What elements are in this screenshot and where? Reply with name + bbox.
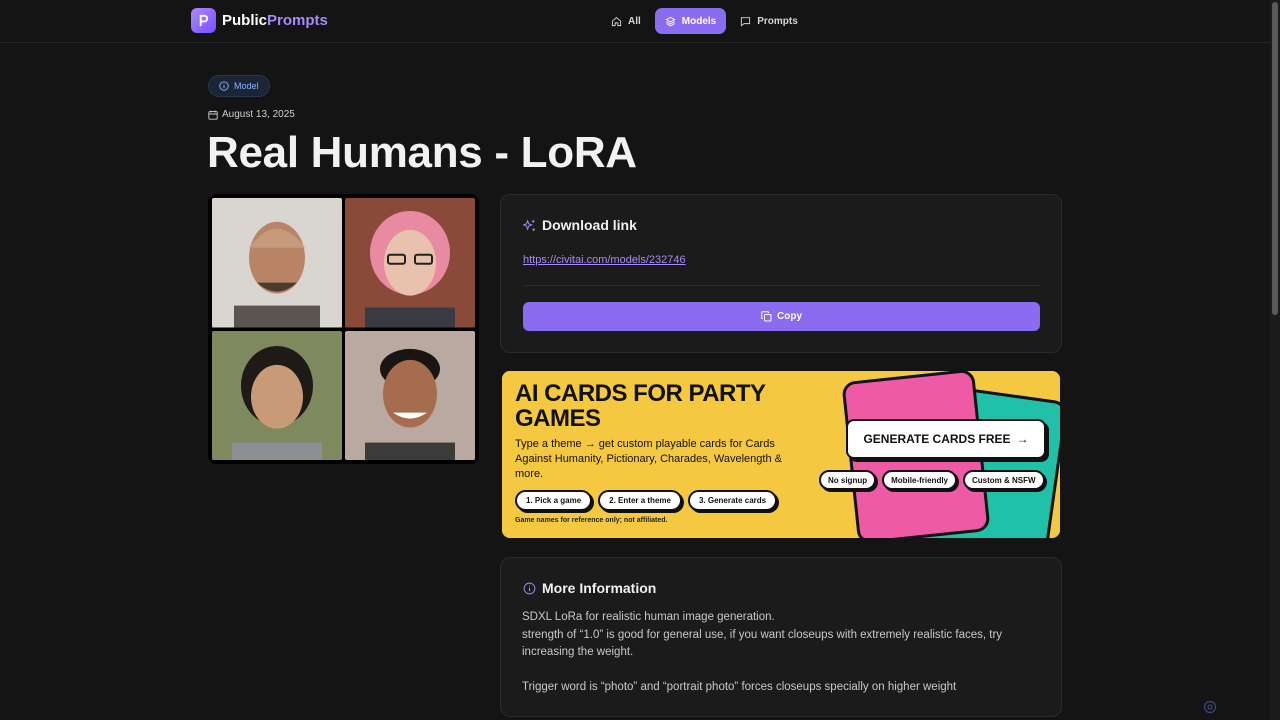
- more-info-heading-text: More Information: [542, 580, 657, 596]
- ad-title: AI CARDS FOR PARTY GAMES: [515, 380, 766, 432]
- info-line: [522, 662, 1042, 680]
- page-scrollbar[interactable]: [1270, 0, 1280, 720]
- brand-name: PublicPrompts: [222, 12, 328, 29]
- arrow-right-icon: →: [1016, 432, 1029, 446]
- nav-models[interactable]: Models: [654, 8, 727, 34]
- nav-prompts-label: Prompts: [757, 15, 798, 27]
- copy-button[interactable]: Copy: [523, 302, 1040, 331]
- scrollbar-thumb[interactable]: [1272, 2, 1278, 315]
- info-icon: [219, 81, 229, 91]
- info-icon: [523, 582, 536, 594]
- download-heading: Download link: [523, 217, 637, 233]
- ad-step: 1. Pick a game: [515, 490, 593, 511]
- preview-image: [212, 198, 342, 328]
- download-card: Download link https://civitai.com/models…: [500, 194, 1062, 353]
- home-icon: [611, 16, 622, 26]
- nav-all-label: All: [628, 15, 641, 27]
- ad-tag: Custom & NSFW: [963, 470, 1045, 490]
- generate-cards-button[interactable]: GENERATE CARDS FREE →: [846, 419, 1046, 459]
- nav-prompts[interactable]: Prompts: [730, 8, 808, 34]
- type-badge-label: Model: [234, 81, 259, 91]
- info-line: Trigger word is “photo” and “portrait ph…: [522, 681, 957, 693]
- ad-banner[interactable]: AI CARDS FOR PARTY GAMES Type a theme → …: [502, 371, 1060, 538]
- sparkles-icon: [523, 219, 536, 231]
- top-navbar: PublicPrompts All Models Prompts: [0, 0, 1270, 43]
- settings-icon[interactable]: [1203, 700, 1217, 714]
- more-info-body: SDXL LoRa for realistic human image gene…: [522, 609, 1042, 697]
- download-heading-text: Download link: [542, 217, 637, 233]
- preview-image-grid[interactable]: [208, 194, 479, 464]
- more-info-heading: More Information: [523, 580, 656, 596]
- ad-step: 2. Enter a theme: [598, 490, 682, 511]
- divider: [523, 285, 1041, 286]
- ad-tag: Mobile-friendly: [882, 470, 957, 490]
- generate-cards-label: GENERATE CARDS FREE: [863, 432, 1011, 446]
- preview-image: [212, 330, 342, 460]
- calendar-icon: [208, 110, 218, 120]
- nav-all[interactable]: All: [601, 8, 651, 34]
- ad-tags: No signup Mobile-friendly Custom & NSFW: [819, 470, 1045, 490]
- ad-description: Type a theme → get custom playable cards…: [515, 438, 782, 480]
- main-nav: All Models Prompts: [601, 8, 808, 34]
- ad-tag: No signup: [819, 470, 877, 490]
- info-line: SDXL LoRa for realistic human image gene…: [522, 611, 775, 623]
- nav-models-label: Models: [681, 15, 717, 27]
- message-icon: [741, 16, 751, 27]
- ad-step: 3. Generate cards: [687, 490, 778, 511]
- copy-icon: [761, 311, 772, 322]
- logo-mark-icon: [191, 8, 216, 33]
- ad-disclaimer: Game names for reference only; not affil…: [515, 517, 668, 524]
- preview-image: [345, 330, 475, 460]
- publish-date-text: August 13, 2025: [222, 109, 295, 120]
- more-info-card: More Information SDXL LoRa for realistic…: [500, 557, 1062, 717]
- copy-button-label: Copy: [777, 311, 802, 322]
- type-badge: Model: [208, 75, 270, 97]
- info-line: strength of “1.0” is good for general us…: [522, 628, 1003, 659]
- publish-date: August 13, 2025: [208, 109, 295, 120]
- layers-icon: [665, 16, 676, 26]
- preview-image: [345, 198, 475, 328]
- download-url-link[interactable]: https://civitai.com/models/232746: [523, 254, 686, 266]
- ad-steps: 1. Pick a game 2. Enter a theme 3. Gener…: [515, 490, 778, 511]
- page-title: Real Humans - LoRA: [207, 128, 637, 177]
- brand-logo[interactable]: PublicPrompts: [191, 8, 328, 33]
